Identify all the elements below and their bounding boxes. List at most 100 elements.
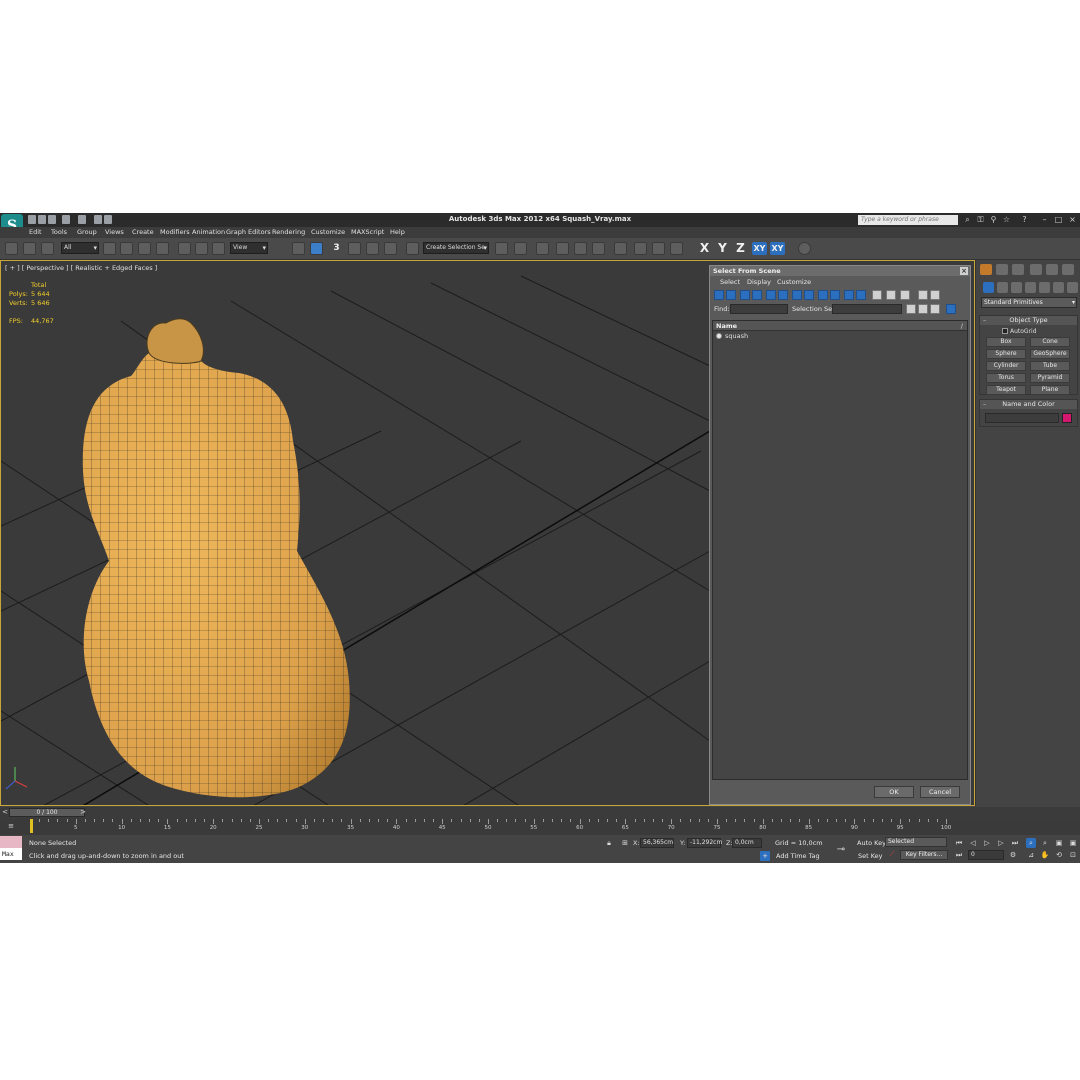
- dialog-menu-display[interactable]: Display: [747, 278, 771, 286]
- systems-category-icon[interactable]: [1067, 282, 1078, 293]
- axis-z-button[interactable]: Z: [734, 242, 747, 255]
- favorites-star-icon[interactable]: ☆: [1002, 215, 1011, 225]
- auto-key-button[interactable]: Auto Key: [857, 839, 886, 847]
- menu-views[interactable]: Views: [105, 228, 124, 236]
- display-helpers-icon[interactable]: [766, 290, 776, 300]
- dialog-menu-select[interactable]: Select: [720, 278, 740, 286]
- curve-editor-icon[interactable]: [574, 242, 587, 255]
- select-and-scale-icon[interactable]: [212, 242, 225, 255]
- vray-logo-icon[interactable]: [798, 242, 811, 255]
- pan-view-icon[interactable]: ✋: [1040, 850, 1050, 860]
- next-frame-icon[interactable]: ▷: [996, 838, 1006, 848]
- menu-create[interactable]: Create: [132, 228, 154, 236]
- zoom-all-icon[interactable]: ⌕: [1040, 838, 1050, 848]
- lock-selection-icon[interactable]: 🔒︎: [604, 838, 614, 848]
- geometry-category-icon[interactable]: [983, 282, 994, 293]
- select-manipulate-icon[interactable]: [310, 242, 323, 255]
- go-to-end-icon[interactable]: ⏭: [1010, 838, 1020, 848]
- maximize-icon[interactable]: □: [1054, 215, 1063, 225]
- menu-rendering[interactable]: Rendering: [272, 228, 305, 236]
- select-and-move-icon[interactable]: [178, 242, 191, 255]
- autogrid-checkbox[interactable]: AutoGrid: [1002, 328, 1037, 335]
- material-editor-icon[interactable]: [614, 242, 627, 255]
- rendered-frame-window-icon[interactable]: [652, 242, 665, 255]
- key-mode-toggle-icon[interactable]: ⏭: [954, 850, 964, 860]
- sphere-button[interactable]: Sphere: [986, 349, 1026, 359]
- ok-button[interactable]: OK: [874, 786, 914, 798]
- select-and-rotate-icon[interactable]: [195, 242, 208, 255]
- absolute-mode-icon[interactable]: ⊞: [620, 838, 630, 848]
- menu-graph-editors[interactable]: Graph Editors: [226, 228, 271, 236]
- graphite-ribbon-icon[interactable]: [556, 242, 569, 255]
- key-filters-button[interactable]: Key Filters...: [900, 850, 948, 860]
- object-name-input[interactable]: [985, 413, 1059, 423]
- modify-tab-icon[interactable]: [996, 264, 1008, 275]
- filter-icon[interactable]: [918, 290, 928, 300]
- list-column-name[interactable]: Name: [713, 321, 967, 331]
- menu-maxscript[interactable]: MAXScript: [351, 228, 384, 236]
- create-tab-icon[interactable]: [980, 264, 992, 275]
- add-time-tag[interactable]: Add Time Tag: [776, 852, 820, 860]
- display-geometry-icon[interactable]: [714, 290, 724, 300]
- minimize-icon[interactable]: –: [1040, 215, 1049, 225]
- layer-manager-icon[interactable]: [536, 242, 549, 255]
- snaps-toggle-icon[interactable]: 3: [330, 242, 343, 255]
- search-icon[interactable]: ⌕: [963, 215, 972, 225]
- display-bones-icon[interactable]: [818, 290, 828, 300]
- selection-filter-dropdown[interactable]: All: [61, 242, 99, 254]
- axis-y-button[interactable]: Y: [716, 242, 729, 255]
- geosphere-button[interactable]: GeoSphere: [1030, 349, 1070, 359]
- select-all-icon[interactable]: [872, 290, 882, 300]
- select-none-icon[interactable]: [886, 290, 896, 300]
- time-configuration-icon[interactable]: ⚙: [1008, 850, 1018, 860]
- select-by-name-icon[interactable]: [120, 242, 133, 255]
- display-containers-icon[interactable]: [830, 290, 840, 300]
- slider-next-icon[interactable]: >: [78, 807, 88, 817]
- select-object-icon[interactable]: [103, 242, 116, 255]
- play-icon[interactable]: ▷: [982, 838, 992, 848]
- menu-group[interactable]: Group: [77, 228, 97, 236]
- box-button[interactable]: Box: [986, 337, 1026, 347]
- display-xrefs-icon[interactable]: [804, 290, 814, 300]
- torus-button[interactable]: Torus: [986, 373, 1026, 383]
- set-key-button[interactable]: Set Key: [858, 852, 883, 860]
- menu-help[interactable]: Help: [390, 228, 405, 236]
- frame-ruler[interactable]: 5 10 15 20 25 30 35 40 45 50 55 60 65 70 75 80 85 90 95 100: [30, 819, 951, 835]
- maximize-viewport-icon[interactable]: ▣: [1068, 838, 1078, 848]
- dialog-close-icon[interactable]: ×: [960, 267, 968, 275]
- menu-tools[interactable]: Tools: [51, 228, 67, 236]
- filter-options-icon[interactable]: [930, 290, 940, 300]
- tube-button[interactable]: Tube: [1030, 361, 1070, 371]
- y-coord-field[interactable]: -11,292cm: [687, 838, 722, 848]
- x-coord-field[interactable]: 56,365cm: [640, 838, 674, 848]
- primitive-category-dropdown[interactable]: Standard Primitives: [981, 297, 1077, 308]
- scene-object-list[interactable]: Name squash: [712, 320, 968, 780]
- render-production-icon[interactable]: [670, 242, 683, 255]
- bind-space-warp-icon[interactable]: [41, 242, 54, 255]
- utilities-tab-icon[interactable]: [1062, 264, 1074, 275]
- zoom-icon[interactable]: ⌕: [1026, 838, 1036, 848]
- add-to-selection-set-icon[interactable]: [918, 304, 928, 314]
- helpers-category-icon[interactable]: [1039, 282, 1050, 293]
- maximize-toggle-icon[interactable]: ⊡: [1068, 850, 1078, 860]
- track-bar[interactable]: ≡ 5 10 15 20 25 30 35 40 45 50 55 60 65 70 75 80 85 90 95 1…: [0, 819, 1080, 835]
- axis-x-button[interactable]: X: [698, 242, 711, 255]
- display-hidden-icon[interactable]: [856, 290, 866, 300]
- lights-category-icon[interactable]: [1011, 282, 1022, 293]
- set-key-mode-icon[interactable]: ⊸: [836, 845, 846, 855]
- mirror-icon[interactable]: [495, 242, 508, 255]
- axis-xy-cycle-button[interactable]: XY: [770, 242, 785, 255]
- pivot-center-icon[interactable]: [292, 242, 305, 255]
- list-item[interactable]: squash: [713, 331, 967, 341]
- sync-selection-icon[interactable]: [946, 304, 956, 314]
- search-input[interactable]: Type a keyword or phrase: [858, 215, 958, 225]
- maxscript-mini-listener[interactable]: [0, 836, 22, 848]
- orbit-icon[interactable]: ⟲: [1054, 850, 1064, 860]
- select-invert-icon[interactable]: [900, 290, 910, 300]
- go-to-start-icon[interactable]: ⏮: [954, 838, 964, 848]
- find-input[interactable]: [730, 304, 788, 314]
- display-space-warps-icon[interactable]: [778, 290, 788, 300]
- current-frame-field[interactable]: 0: [968, 850, 1004, 860]
- mini-curve-editor-icon[interactable]: ≡: [6, 821, 16, 831]
- selection-set-dropdown[interactable]: [832, 304, 902, 314]
